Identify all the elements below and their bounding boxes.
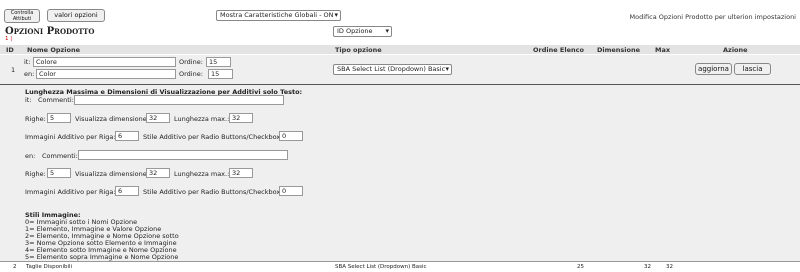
page-title: Opzioni Prodotto [5, 26, 95, 37]
vis-label-en: Visualizza dimensione: [75, 170, 149, 178]
img-en-input[interactable]: 6 [115, 186, 139, 196]
row-ordine: 25 [577, 264, 584, 270]
vis-it-input[interactable]: 32 [146, 113, 170, 123]
global-features-select[interactable]: Mostra Caratteristiche Globali - ON ▾ [216, 10, 341, 21]
option-type-select-label: SBA Select List (Dropdown) Basic [337, 65, 446, 73]
controlla-attributi-button[interactable]: Controlla Attibuti [4, 9, 40, 23]
righe-en-input[interactable]: 5 [47, 168, 71, 178]
chevron-down-icon: ▾ [445, 65, 449, 73]
commenti-label-en: Commenti: [42, 152, 78, 160]
row-id: 2 [13, 264, 17, 270]
stili-item: 5= Elemento sopra Immagine e Nome Opzion… [25, 253, 179, 261]
sort-select-label: ID Opzione [337, 27, 373, 35]
vis-label-it: Visualizza dimensione: [75, 115, 149, 123]
option-name-en-input[interactable]: Color [36, 69, 176, 79]
valori-opzioni-button[interactable]: valori opzioni [47, 9, 105, 22]
stile-en-input[interactable]: 0 [279, 186, 303, 196]
ordine-label-en: Ordine: [179, 70, 203, 78]
ordine-it-input[interactable]: 15 [206, 57, 231, 67]
option-type-select[interactable]: SBA Select List (Dropdown) Basic ▾ [333, 64, 452, 75]
column-header-size: Dimensione [597, 46, 641, 54]
lung-label-en: Lunghezza max.: [174, 170, 230, 178]
help-text: Modifica Opzioni Prodotto per ulterion i… [629, 13, 796, 21]
lung-it-input[interactable]: 32 [229, 113, 253, 123]
column-header-action: Azione [723, 46, 748, 54]
edit-row: 1 it: Colore Ordine: 15 en: Color Ordine… [0, 55, 800, 84]
chevron-down-icon: ▾ [385, 27, 389, 35]
stile-it-input[interactable]: 0 [279, 131, 303, 141]
column-header-max: Max [655, 46, 671, 54]
column-header-order: Ordine Elenco [533, 46, 584, 54]
stile-label-it: Stile Additivo per Radio Buttons/Checkbo… [143, 133, 283, 141]
lung-label-it: Lunghezza max.: [174, 115, 230, 123]
img-it-input[interactable]: 6 [115, 131, 139, 141]
column-header-id: ID [6, 46, 14, 54]
img-label-it: Immagini Additivo per Riga: [25, 133, 116, 141]
ordine-label-it: Ordine: [179, 58, 203, 66]
text-addon-panel: Lunghezza Massima e Dimensioni di Visual… [0, 84, 800, 261]
row-type: SBA Select List (Dropdown) Basic [335, 264, 427, 270]
option-name-it-input[interactable]: Colore [33, 57, 176, 67]
table-header: ID Nome Opzione Tipo opzione Ordine Elen… [0, 45, 800, 54]
cancel-button[interactable]: lascia [734, 63, 771, 75]
vis-en-input[interactable]: 32 [146, 168, 170, 178]
lung-en-input[interactable]: 32 [229, 168, 253, 178]
table-row: 2 Taglie Disponibili SBA Select List (Dr… [0, 261, 800, 272]
righe-label-it: Righe: [25, 115, 46, 123]
column-header-type: Tipo opzione [335, 46, 382, 54]
column-header-name: Nome Opzione [27, 46, 81, 54]
lang-label-it: it: [24, 58, 31, 66]
righe-label-en: Righe: [25, 170, 46, 178]
it-label: it: [25, 96, 32, 104]
row-dimensione: 32 [644, 264, 651, 270]
sort-select[interactable]: ID Opzione ▾ [333, 26, 392, 37]
commenti-en-input[interactable] [78, 150, 288, 160]
img-label-en: Immagini Additivo per Riga: [25, 188, 116, 196]
commenti-it-input[interactable] [74, 95, 284, 105]
stile-label-en: Stile Additivo per Radio Buttons/Checkbo… [143, 188, 283, 196]
row-max: 32 [666, 264, 673, 270]
righe-it-input[interactable]: 5 [47, 113, 71, 123]
update-button[interactable]: aggiorna [695, 63, 732, 75]
global-features-select-label: Mostra Caratteristiche Globali - ON [220, 11, 334, 19]
ordine-en-input[interactable]: 15 [208, 69, 233, 79]
row-name: Taglie Disponibili [26, 264, 73, 270]
lang-label-en: en: [24, 70, 35, 78]
row-id: 1 [11, 66, 16, 74]
commenti-label-it: Commenti: [38, 96, 74, 104]
page-marker: 1 | [5, 36, 13, 42]
chevron-down-icon: ▾ [334, 11, 338, 19]
en-label: en: [25, 152, 36, 160]
